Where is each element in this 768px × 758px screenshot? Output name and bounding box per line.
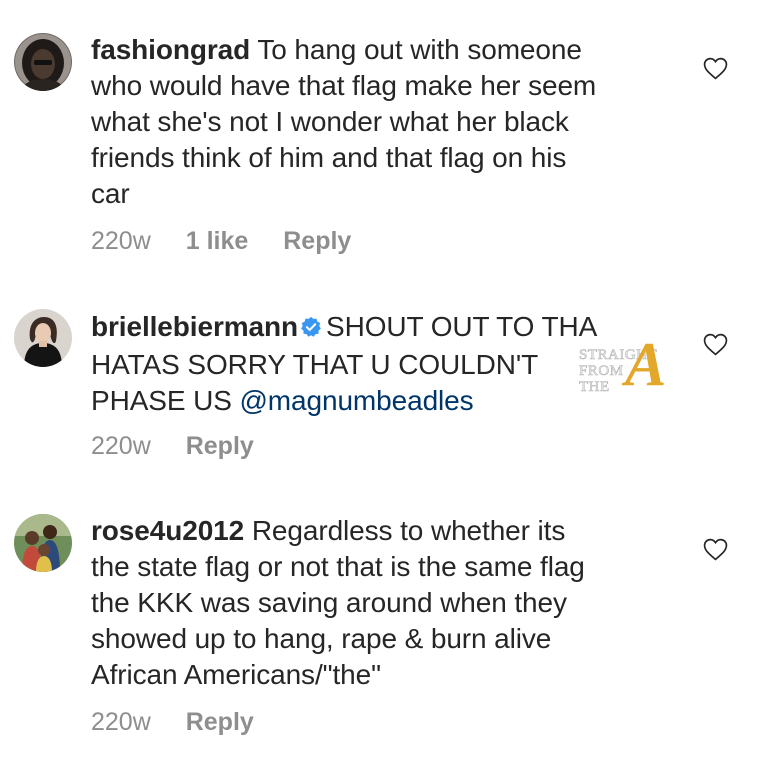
comment-meta: 220w Reply [91, 708, 282, 737]
avatar[interactable] [14, 309, 72, 367]
comment-text-line: what she's not I wonder what her black [91, 106, 569, 137]
comment-text-line: HATAS SORRY THAT U COULDN'T [91, 349, 539, 380]
comment-body: fashiongrad To hang out with someone who… [91, 32, 666, 212]
comment-text-line: friends think of him and that flag on hi… [91, 142, 567, 173]
comment-text-line: the state flag or not that is the same f… [91, 551, 585, 582]
comment-text-line: SHOUT OUT TO THA [326, 311, 598, 342]
heart-icon[interactable] [703, 57, 728, 80]
reply-button[interactable]: Reply [283, 227, 351, 255]
heart-icon[interactable] [703, 333, 728, 356]
comment-text-line: showed up to hang, rape & burn alive [91, 623, 552, 654]
timestamp: 220w [91, 227, 151, 255]
verified-badge-icon [300, 311, 322, 347]
watermark-line: THE [579, 379, 610, 395]
likes-count[interactable]: 1 like [186, 227, 249, 255]
comment-text-line: To hang out with someone [257, 34, 582, 65]
avatar[interactable] [14, 33, 72, 91]
comment-text-line: African Americans/"the" [91, 659, 381, 690]
profile-photo-avatar-icon [14, 309, 72, 367]
comment-text-line: PHASE US [91, 385, 240, 416]
heart-icon[interactable] [703, 538, 728, 561]
comment-text-line: car [91, 178, 130, 209]
comment-meta: 220w 1 like Reply [91, 227, 379, 256]
reply-button[interactable]: Reply [186, 708, 254, 736]
watermark-letter: A [625, 331, 667, 399]
timestamp: 220w [91, 432, 151, 460]
username[interactable]: briellebiermann [91, 311, 298, 342]
username[interactable]: fashiongrad [91, 34, 250, 65]
group-photo-avatar-icon [14, 514, 72, 572]
timestamp: 220w [91, 708, 151, 736]
comment-text-line: who would have that flag make her seem [91, 70, 597, 101]
username[interactable]: rose4u2012 [91, 515, 244, 546]
reply-button[interactable]: Reply [186, 432, 254, 460]
watermark-line: FROM [579, 363, 624, 379]
watermark-logo: STRAIGHT FROM THE A [575, 334, 695, 402]
comment-text-line: Regardless to whether its [251, 515, 566, 546]
comment-meta: 220w Reply [91, 432, 282, 461]
mention-link[interactable]: @magnumbeadles [239, 385, 473, 416]
comment-text-line: the KKK was saving around when they [91, 587, 567, 618]
dark-avatar-icon [14, 33, 72, 91]
comment-body: rose4u2012 Regardless to whether its the… [91, 513, 666, 693]
avatar[interactable] [14, 514, 72, 572]
